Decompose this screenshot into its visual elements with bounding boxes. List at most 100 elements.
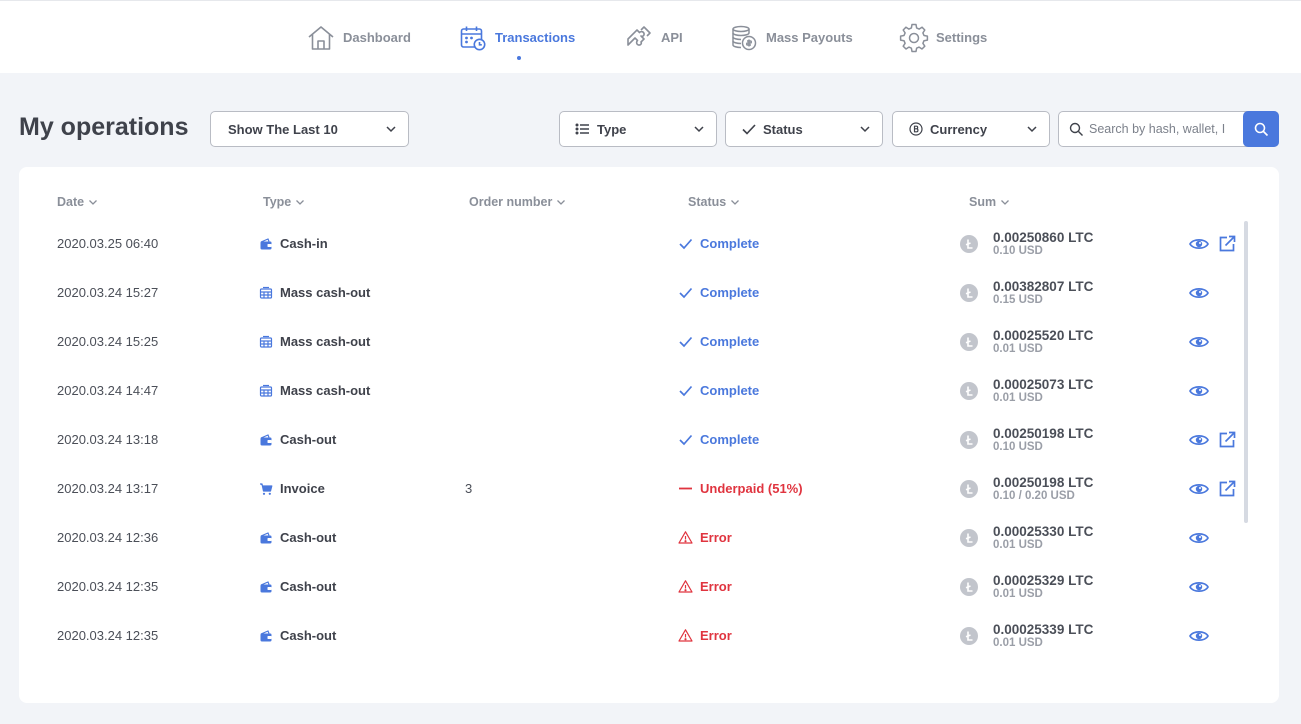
table-row[interactable]: 2020.03.24 14:47 Mass cash-out Complete 0.0…	[19, 366, 1279, 415]
nav-label: Transactions	[495, 30, 576, 45]
table-row[interactable]: 2020.03.25 06:40 Cash-in Complete 0.0025086…	[19, 219, 1279, 268]
external-link-icon[interactable]	[1217, 234, 1237, 254]
type-filter-select[interactable]: Type	[559, 111, 717, 147]
row-status-label: Error	[700, 530, 732, 545]
warning-triangle-icon	[678, 531, 693, 544]
row-type-label: Cash-out	[280, 432, 337, 447]
checkmark-icon	[679, 336, 693, 348]
dash-icon	[679, 487, 692, 490]
active-nav-indicator	[517, 56, 521, 60]
checkmark-icon	[679, 238, 693, 250]
chevron-down-icon	[860, 126, 870, 133]
row-sum-crypto: 0.00025329 LTC	[993, 572, 1094, 588]
period-select-value: Show The Last 10	[228, 121, 338, 137]
column-header-order-number[interactable]: Order number	[469, 195, 566, 209]
row-type: Cash-out	[259, 562, 336, 611]
mass-payout-icon	[259, 384, 273, 397]
view-eye-icon[interactable]	[1189, 332, 1209, 352]
row-type: Cash-out	[259, 611, 336, 660]
row-type-label: Cash-out	[280, 530, 337, 545]
row-date: 2020.03.24 15:27	[57, 285, 159, 300]
row-type-label: Mass cash-out	[280, 383, 371, 398]
warning-triangle-icon	[678, 580, 693, 593]
row-sum-crypto: 0.00025073 LTC	[993, 376, 1094, 392]
view-eye-icon[interactable]	[1189, 528, 1209, 548]
row-status: Underpaid (51%)	[678, 464, 803, 513]
nav-item-settings[interactable]: Settings	[899, 1, 987, 74]
column-header-date[interactable]: Date	[57, 195, 98, 209]
view-eye-icon[interactable]	[1189, 234, 1209, 254]
wallet-icon	[260, 531, 272, 543]
view-eye-icon[interactable]	[1189, 283, 1209, 303]
view-eye-icon[interactable]	[1189, 381, 1209, 401]
wallet-icon	[260, 433, 272, 445]
row-status: Error	[678, 562, 732, 611]
row-sum-fiat: 0.10 / 0.20 USD	[993, 489, 1075, 502]
status-filter-select[interactable]: Status	[725, 111, 883, 147]
calendar-clock-icon	[460, 26, 486, 50]
view-eye-icon[interactable]	[1189, 626, 1209, 646]
row-type-label: Cash-in	[280, 236, 328, 251]
nav-label: Dashboard	[343, 30, 411, 45]
chevron-down-icon	[731, 200, 740, 205]
row-sum-fiat: 0.01 USD	[993, 342, 1043, 355]
cart-icon	[260, 482, 273, 495]
chevron-down-icon	[386, 126, 396, 133]
row-sum: 0.00025330 LTC 0.01 USD	[960, 513, 1093, 562]
row-type-label: Invoice	[280, 481, 325, 496]
row-order-number: 3	[465, 481, 473, 496]
currency-filter-label: Currency	[930, 121, 988, 137]
litecoin-icon	[960, 528, 978, 547]
row-status: Error	[678, 611, 732, 660]
row-status: Complete	[678, 268, 759, 317]
period-select[interactable]: Show The Last 10	[210, 111, 409, 147]
table-row[interactable]: 2020.03.24 13:17 Invoice 3 Underpaid (51%) 0…	[19, 464, 1279, 513]
table-row[interactable]: 2020.03.24 12:36 Cash-out Error 0.00025330 …	[19, 513, 1279, 562]
litecoin-icon	[960, 479, 978, 498]
row-date: 2020.03.24 14:47	[57, 383, 159, 398]
table-scrollbar[interactable]	[1244, 221, 1248, 523]
table-row[interactable]: 2020.03.24 15:25 Mass cash-out Complete 0.0…	[19, 317, 1279, 366]
chevron-down-icon	[557, 200, 566, 205]
wallet-icon	[260, 580, 272, 592]
external-link-icon[interactable]	[1217, 479, 1237, 499]
nav-item-dashboard[interactable]: Dashboard	[306, 1, 411, 74]
table-body: 2020.03.25 06:40 Cash-in Complete 0.0025086…	[19, 219, 1279, 675]
nav-label: API	[661, 30, 683, 45]
litecoin-icon	[960, 430, 978, 449]
list-icon	[575, 123, 589, 135]
row-type: Cash-out	[259, 513, 336, 562]
search-icon	[1069, 122, 1083, 136]
table-row[interactable]: 2020.03.24 15:27 Mass cash-out Complete 0.0…	[19, 268, 1279, 317]
litecoin-icon	[960, 234, 978, 253]
currency-filter-select[interactable]: Currency	[892, 111, 1050, 147]
search-button[interactable]	[1243, 111, 1279, 147]
external-link-icon[interactable]	[1217, 430, 1237, 450]
row-status-label: Error	[700, 628, 732, 643]
table-row[interactable]: 2020.03.24 12:35 Cash-out Error 0.00025329 …	[19, 562, 1279, 611]
chevron-down-icon	[1027, 126, 1037, 133]
row-sum-crypto: 0.00250860 LTC	[993, 229, 1094, 245]
nav-item-transactions[interactable]: Transactions	[458, 1, 575, 74]
row-sum-crypto: 0.00250198 LTC	[993, 474, 1094, 490]
view-eye-icon[interactable]	[1189, 577, 1209, 597]
row-sum-fiat: 0.01 USD	[993, 391, 1043, 404]
litecoin-icon	[960, 626, 978, 645]
row-type: Mass cash-out	[259, 366, 370, 415]
table-row[interactable]: 2020.03.24 13:18 Cash-out Complete 0.002501…	[19, 415, 1279, 464]
view-eye-icon[interactable]	[1189, 479, 1209, 499]
gear-icon	[899, 23, 929, 52]
column-header-type[interactable]: Type	[263, 195, 305, 209]
search-input[interactable]	[1089, 112, 1249, 146]
nav-item-api[interactable]: API	[624, 1, 683, 74]
row-status-label: Complete	[700, 285, 760, 300]
table-row[interactable]: 2020.03.24 12:35 Cash-out Error 0.00025339 …	[19, 611, 1279, 660]
row-sum-crypto: 0.00025520 LTC	[993, 327, 1094, 343]
nav-item-mass-payouts[interactable]: Mass Payouts	[729, 1, 853, 74]
column-header-label: Status	[688, 195, 727, 209]
row-date: 2020.03.24 12:36	[57, 530, 159, 545]
view-eye-icon[interactable]	[1189, 430, 1209, 450]
column-header-sum[interactable]: Sum	[969, 195, 1010, 209]
checkmark-icon	[679, 385, 693, 397]
column-header-status[interactable]: Status	[688, 195, 740, 209]
